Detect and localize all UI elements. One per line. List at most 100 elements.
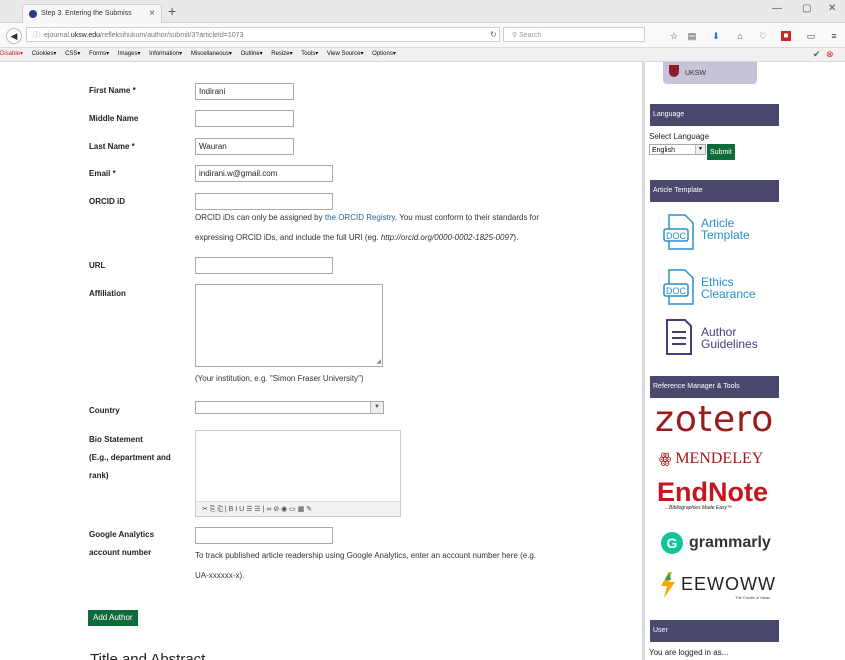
browser-navbar: ◀ ⓘ ejournal.uksw.edu/refleksihukum/autho… (0, 23, 845, 48)
chevron-down-icon: ▼ (695, 145, 705, 154)
url-path: /refleksihukum/author/submit/3?articleId… (100, 32, 244, 39)
middle-name-input[interactable] (195, 110, 294, 127)
editor-toolbar[interactable]: ✂ ⎘ ⎗ | B I U ☰ ☰ | ∞ ⊘ ◉ ▭ ▦ ✎ (196, 501, 400, 516)
browser-tab[interactable]: Step 3. Entering the Submiss × (22, 4, 162, 23)
select-language-label: Select Language (649, 132, 710, 141)
user-heading: User (650, 620, 779, 642)
email-label: Email * (89, 169, 116, 178)
devbar-item[interactable]: Outline▾ (241, 51, 263, 57)
grammarly-logo[interactable]: grammarly (689, 534, 771, 552)
pocket-icon[interactable]: ♡ (758, 31, 768, 41)
right-margin (784, 62, 845, 660)
download-icon[interactable]: ⬇ (711, 31, 721, 41)
email-input[interactable]: indirani.w@gmail.com (195, 165, 333, 182)
page-content: First Name * Indirani Middle Name Last N… (0, 62, 845, 660)
reload-icon[interactable]: ↻ (490, 30, 497, 39)
url-domain: uksw.edu (70, 32, 101, 39)
endnote-logo[interactable]: EndNote (657, 477, 768, 508)
devbar-item[interactable]: Cookies▾ (32, 51, 57, 57)
error-icon: ⊗ (826, 49, 834, 59)
close-window-icon[interactable]: ✕ (828, 3, 836, 14)
devbar-item[interactable]: Forms▾ (89, 51, 109, 57)
devbar-item[interactable]: Information▾ (149, 51, 182, 57)
devbar-item[interactable]: Resize▾ (271, 51, 292, 57)
close-tab-icon[interactable]: × (149, 8, 155, 19)
right-sidebar: UKSW Language Select Language English ▼ … (642, 62, 784, 660)
orcid-help-part: ORCID iDs can only be assigned by (195, 213, 325, 222)
language-heading: Language (650, 104, 779, 126)
menu-icon[interactable]: ≡ (829, 31, 839, 41)
ga-account-input[interactable] (195, 527, 333, 544)
minimize-icon[interactable]: — (772, 3, 782, 14)
mendeley-logo[interactable]: ꙮ MENDELEY (659, 450, 763, 468)
university-logo: UKSW (663, 62, 757, 84)
affiliation-help: (Your institution, e.g. "Simon Fraser Un… (195, 374, 364, 383)
devbar-item[interactable]: Images▾ (118, 51, 141, 57)
first-name-input[interactable]: Indirani (195, 83, 294, 100)
orcid-help-text: ORCID iDs can only be assigned by the OR… (195, 208, 625, 248)
logged-in-text: You are logged in as... (649, 648, 729, 657)
country-label: Country (89, 406, 120, 415)
url-label: URL (89, 261, 106, 270)
devbar-item[interactable]: CSS▾ (65, 51, 80, 57)
country-select[interactable]: ▼ (195, 401, 384, 414)
last-name-label: Last Name * (89, 142, 135, 151)
devbar-item[interactable]: View Source▾ (327, 51, 364, 57)
browser-titlebar: Step 3. Entering the Submiss × + — ▢ ✕ (0, 0, 845, 23)
bookmark-star-icon[interactable]: ☆ (669, 31, 679, 41)
orcid-help-part: expressing ORCID iDs, and include the fu… (195, 233, 381, 242)
bio-rich-text-editor[interactable]: ✂ ⎘ ⎗ | B I U ☰ ☰ | ∞ ⊘ ◉ ▭ ▦ ✎ (195, 430, 401, 517)
orcid-registry-link[interactable]: the ORCID Registry (325, 213, 395, 222)
language-select[interactable]: English ▼ (649, 144, 706, 155)
last-name-input[interactable]: Wauran (195, 138, 294, 155)
resize-grip-icon[interactable]: ◢ (376, 358, 381, 365)
devbar-item[interactable]: Disable▾ (0, 51, 23, 57)
address-bar[interactable]: ⓘ ejournal.uksw.edu/refleksihukum/author/… (26, 27, 500, 42)
doc-file-icon: DOC (663, 214, 694, 250)
middle-name-label: Middle Name (89, 114, 139, 123)
orcid-help-part: ). (513, 233, 519, 242)
tab-title: Step 3. Entering the Submiss (41, 10, 132, 17)
search-input[interactable]: ⚲ Search (503, 27, 645, 42)
doc-link-line2: Template (701, 228, 750, 242)
doc-link-line2: Clearance (701, 287, 756, 301)
ga-label-line2: account number (89, 548, 152, 557)
eewoww-logo[interactable]: EEWOWW (681, 574, 776, 595)
extension-icon[interactable]: ◼ (781, 31, 791, 41)
orcid-help-part: . You must conform to their standards fo… (394, 213, 540, 222)
eewoww-tagline: The Cradle of Ideas (735, 595, 771, 600)
info-icon[interactable]: ⓘ (33, 32, 40, 39)
doc-file-icon: DOC (663, 269, 694, 305)
endnote-tagline: ...Bibliographies Made Easy™ (665, 505, 732, 511)
reading-list-icon[interactable]: ▤ (687, 31, 697, 41)
ga-help-line2: UA-xxxxxx-x). (195, 571, 245, 580)
affiliation-textarea[interactable]: ◢ (195, 284, 383, 367)
zotero-logo[interactable]: zotero (655, 399, 774, 440)
add-author-button[interactable]: Add Author (88, 610, 138, 626)
article-template-heading: Article Template (650, 180, 779, 202)
site-favicon-icon (29, 10, 37, 18)
url-input[interactable] (195, 257, 333, 274)
chevron-down-icon: ▼ (370, 402, 383, 413)
devbar-item[interactable]: Tools▾ (301, 51, 318, 57)
back-button[interactable]: ◀ (6, 28, 22, 44)
orcid-example: http://orcid.org/0000-0002-1825-0097 (380, 233, 514, 242)
orcid-label: ORCID iD (89, 197, 125, 206)
web-developer-toolbar: Disable▾ Cookies▾ CSS▾ Forms▾ Images▾ In… (0, 48, 845, 62)
sidebar-icon[interactable]: ▭ (806, 31, 816, 41)
university-logo-text: UKSW (685, 70, 706, 77)
document-lines-icon (666, 319, 692, 355)
home-icon[interactable]: ⌂ (735, 31, 745, 41)
language-value: English (652, 147, 675, 154)
devbar-item[interactable]: Options▾ (372, 51, 396, 57)
language-submit-button[interactable]: Submit (707, 144, 735, 160)
maximize-icon[interactable]: ▢ (802, 3, 811, 14)
eewoww-bolt-icon (661, 572, 675, 598)
bio-label-line3: rank) (89, 471, 109, 480)
new-tab-button[interactable]: + (168, 3, 176, 19)
ga-help-line1: To track published article readership us… (195, 551, 537, 560)
grammarly-icon[interactable]: G (661, 532, 683, 554)
check-icon: ✔ (813, 49, 821, 59)
author-form: First Name * Indirani Middle Name Last N… (72, 62, 642, 660)
devbar-item[interactable]: Miscellaneous▾ (191, 51, 232, 57)
